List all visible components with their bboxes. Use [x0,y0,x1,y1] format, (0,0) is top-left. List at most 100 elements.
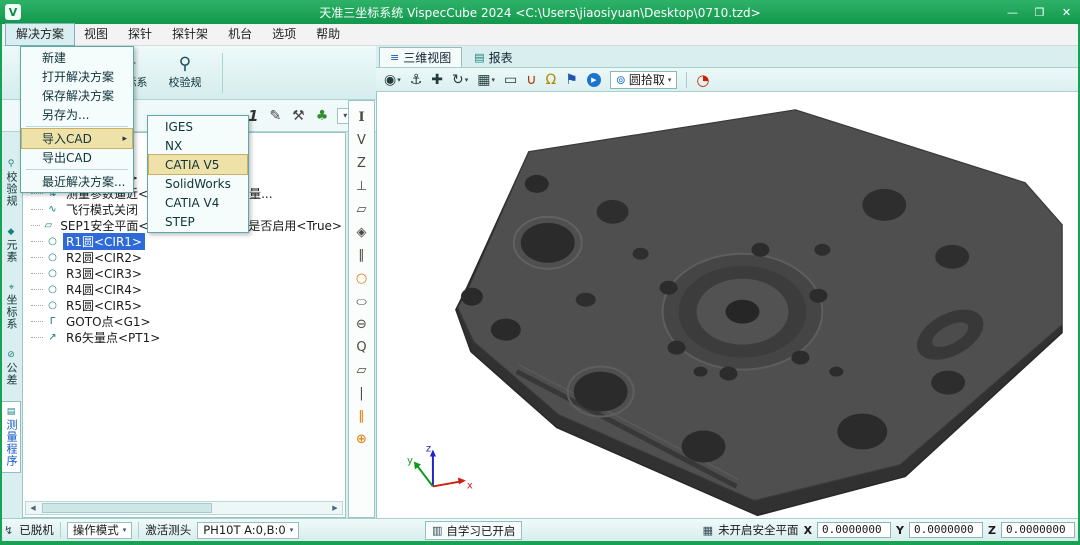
ellipse-icon[interactable]: ○ [356,298,367,306]
submenu-item-catia-v4[interactable]: CATIA V4 [149,193,247,212]
menu-view[interactable]: 视图 [74,24,118,45]
slot-icon[interactable]: ⊖ [356,318,367,332]
submenu-item-nx[interactable]: NX [149,136,247,155]
box-select-button[interactable]: ▭ [504,72,517,88]
menu-item-label: 导入CAD [42,130,122,148]
menu-options[interactable]: 选项 [262,24,306,45]
gauge-check-tab-label: 校验规 [2,171,20,207]
tree-item-circle-r2[interactable]: ○R2圆<CIR2> [31,249,345,265]
v-direction-icon[interactable]: V [357,134,366,148]
menu-item-save-as[interactable]: 另存为... [22,105,132,124]
self-learn-button[interactable]: ▥ 自学习已开启 [425,521,522,540]
side-tab-tolerance[interactable]: ⊘公差 [1,345,21,391]
pan-icon: ✚ [431,72,443,88]
light-icon: Ω [546,72,557,88]
magnet-button[interactable]: ∪ [526,72,536,88]
menu-item-open-solution[interactable]: 打开解决方案 [22,67,132,86]
flag-icon: ⚑ [565,72,578,88]
tree-item-label: R3圆<CIR3> [63,265,145,282]
pick-mode-combo[interactable]: ⊚ 圆拾取 ▾ [610,71,678,89]
tab-3d-view[interactable]: ≡ 三维视图 [379,47,462,67]
close-button[interactable]: ✕ [1053,0,1080,24]
flag-button[interactable]: ⚑ [565,72,578,88]
gauge-check-button[interactable]: ⚲ 校验规 [162,55,208,90]
view-cube-button[interactable]: ▦▾ [477,72,495,88]
submenu-item-step[interactable]: STEP [149,212,247,231]
cad-model[interactable]: z y x [377,92,1080,517]
menu-separator [26,126,128,127]
tree-item-vector-point[interactable]: ↗R6矢量点<PT1> [31,329,345,345]
perpendicular-icon[interactable]: ⊥ [356,180,367,194]
menu-item-recent-solutions[interactable]: 最近解决方案... [22,172,132,191]
tree-item-circle-r5[interactable]: ○R5圆<CIR5> [31,297,345,313]
width-icon[interactable]: I [358,111,364,125]
goto-icon: Γ [45,316,60,327]
menu-item-new[interactable]: 新建 [22,48,132,67]
tree-icon[interactable]: ♣ [316,108,329,124]
parallelogram-icon[interactable]: ▱ [357,364,367,378]
plane-icon[interactable]: ▱ [357,203,367,217]
statusbar-divider [60,522,61,538]
scroll-left-icon[interactable]: ◀ [26,504,40,512]
menu-item-import-cad[interactable]: 导入CAD ▸ [22,129,132,148]
tree-item-circle-r3[interactable]: ○R3圆<CIR3> [31,265,345,281]
tree-item-goto[interactable]: ΓGOTO点<G1> [31,313,345,329]
submenu-item-iges[interactable]: IGES [149,117,247,136]
menu-probe-rack[interactable]: 探针架 [162,24,218,45]
double-line-icon[interactable]: ∥ [358,410,365,424]
tree-guide [31,273,43,274]
tree-item-label: R2圆<CIR2> [63,249,145,266]
operation-mode-label: 操作模式 [73,522,119,538]
operation-mode-combo[interactable]: 操作模式 ▾ [67,522,133,539]
side-tab-elements[interactable]: ◆元素 [1,222,21,268]
maximize-button[interactable]: ❐ [1026,0,1053,24]
statusbar-divider [138,522,139,538]
tree-guide [31,289,43,290]
position-icon[interactable]: ◈ [357,226,367,240]
menu-solution[interactable]: 解决方案 [6,24,74,45]
menu-machine[interactable]: 机台 [218,24,262,45]
scroll-right-icon[interactable]: ▶ [328,504,342,512]
active-probe-combo[interactable]: PH10T A:0,B:0 ▾ [197,522,299,539]
menu-probe[interactable]: 探针 [118,24,162,45]
menu-item-export-cad[interactable]: 导出CAD [22,148,132,167]
visibility-button[interactable]: ◉▾ [384,72,401,88]
circle-cross-icon[interactable]: ⊕ [356,433,367,447]
menu-item-label: 保存解决方案 [42,87,132,105]
side-tab-measure-program[interactable]: ▤测量程序 [1,401,21,473]
probe-button[interactable]: ⚓ [410,72,423,88]
tree-guide [31,337,43,338]
menu-help[interactable]: 帮助 [306,24,350,45]
play-button[interactable]: ▶ [587,73,601,87]
tab-report[interactable]: ▤ 报表 [464,47,522,67]
tree-item-circle-r1[interactable]: ○R1圆<CIR1> [31,233,345,249]
rotate-button[interactable]: ↻▾ [452,72,468,88]
view-region: ≡ 三维视图 ▤ 报表 ◉▾ ⚓ ✚ ↻▾ ▦▾ ▭ ∪ Ω ⚑ ▶ ⊚ 圆拾取… [376,46,1080,518]
side-tab-gauge-check[interactable]: ⚲校验规 [1,154,21,212]
compass-icon[interactable]: ◔ [696,71,709,89]
light-button[interactable]: Ω [546,72,557,88]
side-tab-coordinate[interactable]: ⌖坐标系 [1,278,21,335]
pencil-icon[interactable]: ✎ [269,108,281,124]
hammer-icon[interactable]: ⚒ [292,108,305,124]
line-icon[interactable]: | [359,387,363,401]
menubar: 解决方案 视图 探针 探针架 机台 选项 帮助 [0,24,1080,46]
tolerance-tab-icon: ⊘ [2,350,20,360]
scroll-track[interactable] [40,502,328,514]
viewport-3d[interactable]: z y x [376,92,1080,518]
tree-horizontal-scrollbar[interactable]: ◀ ▶ [25,501,343,515]
scroll-thumb[interactable] [42,503,212,513]
tree-item-circle-r4[interactable]: ○R4圆<CIR4> [31,281,345,297]
submenu-item-solidworks[interactable]: SolidWorks [149,174,247,193]
circle-icon[interactable]: ○ [356,272,367,286]
z-direction-icon[interactable]: Z [357,157,366,171]
minimize-button[interactable]: — [999,0,1026,24]
keyway-icon[interactable]: Q [356,341,366,355]
elements-tab-icon: ◆ [2,227,20,237]
submenu-item-catia-v5[interactable]: CATIA V5 [149,155,247,174]
submenu-item-label: IGES [165,118,247,136]
magnet-icon: ∪ [526,72,536,88]
parallel-icon[interactable]: ∥ [358,249,365,263]
pan-button[interactable]: ✚ [431,72,443,88]
menu-item-save-solution[interactable]: 保存解决方案 [22,86,132,105]
